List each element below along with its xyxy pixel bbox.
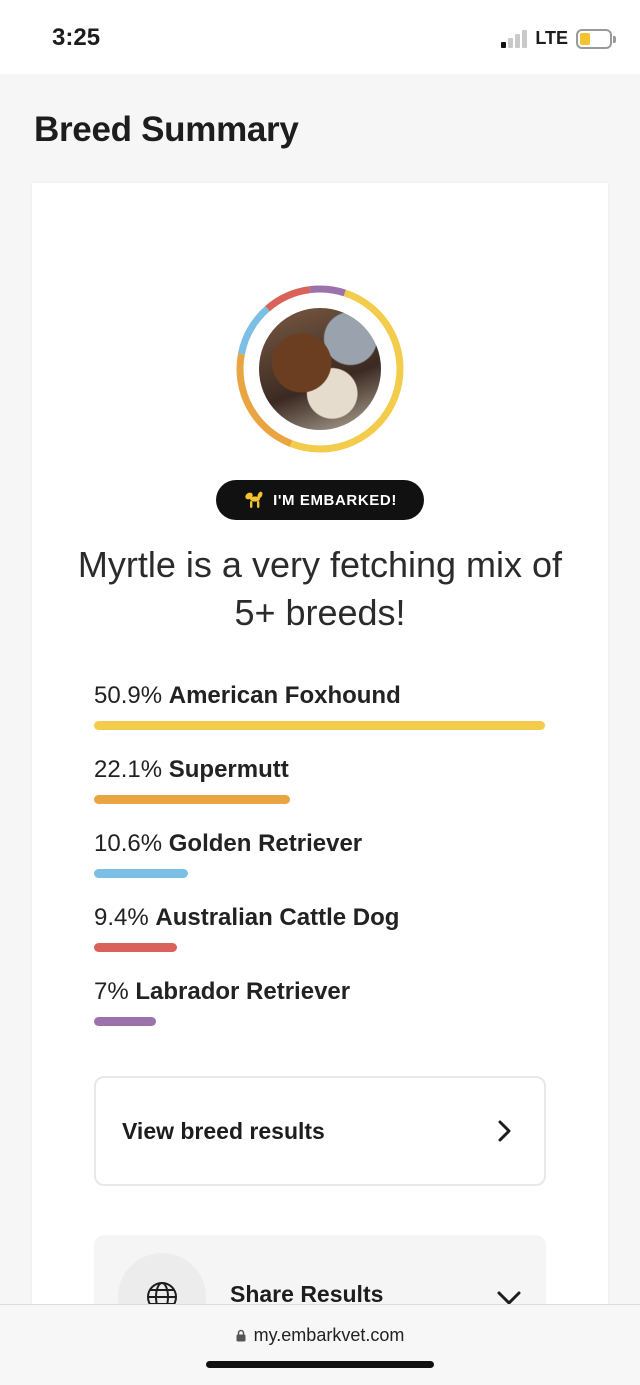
breed-row-golden-retriever: 10.6% Golden Retriever <box>94 829 546 903</box>
badge-label: I'M EMBARKED! <box>273 491 397 509</box>
url-field[interactable]: my.embarkvet.com <box>0 1325 640 1346</box>
breed-percent: 7% <box>94 978 129 1005</box>
status-indicators: LTE <box>501 28 616 49</box>
view-breed-results-label: View breed results <box>122 1117 325 1144</box>
ring-segment <box>265 286 311 312</box>
page-title: Breed Summary <box>34 110 299 149</box>
breed-name: Supermutt <box>168 756 289 783</box>
breed-row-supermutt: 22.1% Supermutt <box>94 755 546 829</box>
lock-icon <box>236 1329 246 1342</box>
breed-list: 50.9% American Foxhound 22.1% Supermutt … <box>94 681 546 1051</box>
dog-avatar[interactable] <box>232 281 408 457</box>
breed-percent: 50.9% <box>94 682 163 709</box>
ring-segment <box>309 285 346 297</box>
breed-percent: 9.4% <box>94 904 149 931</box>
network-label: LTE <box>535 28 568 48</box>
breed-bar <box>94 943 177 952</box>
home-indicator[interactable] <box>206 1361 434 1368</box>
url-text: my.embarkvet.com <box>253 1325 405 1345</box>
breed-percent: 10.6% <box>94 830 163 857</box>
breed-bar <box>94 1017 156 1026</box>
breed-percent: 22.1% <box>94 756 163 783</box>
browser-address-bar: my.embarkvet.com <box>0 1304 640 1385</box>
battery-icon <box>576 28 616 49</box>
breed-mix-headline: Myrtle is a very fetching mix of 5+ bree… <box>77 544 563 633</box>
breed-bar <box>94 721 545 730</box>
breed-row-american-foxhound: 50.9% American Foxhound <box>94 681 546 755</box>
breed-name: Golden Retriever <box>168 830 363 857</box>
breed-bar <box>94 869 188 878</box>
signal-icon <box>501 29 528 48</box>
dog-photo <box>259 308 381 430</box>
breed-summary-card: I'M EMBARKED! Myrtle is a very fetching … <box>32 183 608 1355</box>
breed-bar <box>94 795 290 804</box>
view-breed-results-button[interactable]: View breed results <box>94 1076 546 1186</box>
breed-name: Australian Cattle Dog <box>155 904 400 931</box>
status-bar: 3:25 LTE <box>0 0 640 74</box>
status-time: 3:25 <box>52 24 101 51</box>
breed-row-australian-cattle-dog: 9.4% Australian Cattle Dog <box>94 903 546 977</box>
breed-name: American Foxhound <box>168 682 401 709</box>
chevron-right-icon <box>498 1120 511 1142</box>
breed-name: Labrador Retriever <box>135 978 351 1005</box>
breed-row-labrador-retriever: 7% Labrador Retriever <box>94 977 546 1051</box>
balloon-dog-icon <box>245 491 263 508</box>
embarked-badge: I'M EMBARKED! <box>216 480 424 520</box>
